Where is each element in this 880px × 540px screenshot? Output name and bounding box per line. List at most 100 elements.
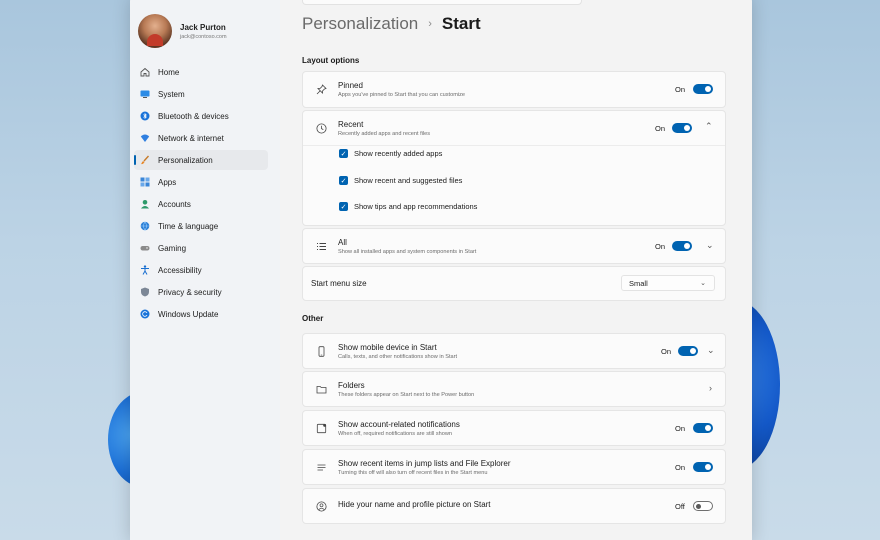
- sidebar-item-gaming[interactable]: Gaming: [134, 238, 268, 258]
- brush-icon: [140, 155, 150, 165]
- clock-icon: [315, 122, 327, 134]
- recent-desc: Recently added apps and recent files: [338, 130, 431, 137]
- checkbox-recently-added[interactable]: ✓ Show recently added apps: [339, 149, 442, 158]
- jump-lists-state: On: [675, 463, 686, 472]
- main-content: Personalization › Start Layout options P…: [280, 0, 752, 540]
- checkbox-label: Show recent and suggested files: [354, 176, 463, 185]
- section-title-other: Other: [302, 314, 324, 323]
- menu-size-dropdown[interactable]: Small ⌄: [621, 275, 715, 291]
- accessibility-icon: [140, 265, 150, 275]
- sidebar-item-accessibility[interactable]: Accessibility: [134, 260, 268, 280]
- folders-title: Folders: [338, 380, 365, 390]
- shield-icon: [140, 287, 150, 297]
- user-email: jack@contoso.com: [180, 33, 227, 40]
- sidebar-item-label: Gaming: [158, 243, 187, 253]
- chevron-down-icon: ⌄: [700, 280, 706, 287]
- jump-lists-title: Show recent items in jump lists and File…: [338, 458, 511, 468]
- hide-name-toggle[interactable]: [693, 501, 713, 511]
- account-notifications-title: Show account-related notifications: [338, 419, 460, 429]
- account-notifications-state: On: [675, 424, 686, 433]
- checkbox-recent-files[interactable]: ✓ Show recent and suggested files: [339, 176, 462, 185]
- sidebar-item-personalization[interactable]: Personalization: [134, 150, 268, 170]
- hide-name-state: Off: [675, 502, 685, 511]
- page-title: Start: [441, 14, 481, 33]
- account-notifications-card[interactable]: Show account-related notifications When …: [302, 410, 726, 446]
- sidebar-item-network[interactable]: Network & internet: [134, 128, 268, 148]
- sidebar-nav: Home System Bluetooth & devices Network …: [134, 62, 268, 326]
- jump-lists-card[interactable]: Show recent items in jump lists and File…: [302, 449, 726, 485]
- pinned-card[interactable]: Pinned Apps you've pinned to Start that …: [302, 71, 726, 108]
- folders-card[interactable]: Folders These folders appear on Start ne…: [302, 371, 726, 407]
- sidebar-item-label: Network & internet: [158, 133, 224, 143]
- notification-icon: [315, 422, 327, 434]
- recent-card: Recent Recently added apps and recent fi…: [302, 110, 726, 226]
- recent-header[interactable]: Recent Recently added apps and recent fi…: [303, 111, 725, 145]
- checkbox-label: Show tips and app recommendations: [354, 202, 478, 211]
- sidebar-item-label: Personalization: [158, 155, 213, 165]
- mobile-card[interactable]: Show mobile device in Start Calls, texts…: [302, 333, 726, 369]
- sidebar-item-apps[interactable]: Apps: [134, 172, 268, 192]
- recent-toggle[interactable]: [672, 123, 692, 133]
- search-input[interactable]: [302, 0, 582, 5]
- sidebar-item-accounts[interactable]: Accounts: [134, 194, 268, 214]
- sidebar-item-label: Accessibility: [158, 265, 202, 275]
- menu-size-card: Start menu size Small ⌄: [302, 266, 726, 301]
- checkbox-checked-icon: ✓: [339, 176, 348, 185]
- checkbox-tips[interactable]: ✓ Show tips and app recommendations: [339, 202, 477, 211]
- sidebar-item-label: Windows Update: [158, 309, 219, 319]
- chevron-down-icon[interactable]: ⌄: [706, 240, 714, 251]
- menu-size-value: Small: [629, 278, 648, 288]
- mobile-desc: Calls, texts, and other notifications sh…: [338, 353, 458, 360]
- system-icon: [140, 89, 150, 99]
- breadcrumb-parent[interactable]: Personalization: [302, 14, 418, 34]
- chevron-up-icon[interactable]: ⌃: [705, 121, 713, 132]
- sidebar-item-bluetooth[interactable]: Bluetooth & devices: [134, 106, 268, 126]
- accounts-icon: [140, 199, 150, 209]
- sidebar-item-windows-update[interactable]: Windows Update: [134, 304, 268, 324]
- home-icon: [140, 67, 150, 77]
- folders-desc: These folders appear on Start next to th…: [338, 391, 475, 398]
- settings-window: Jack Purton jack@contoso.com Home System…: [130, 0, 752, 540]
- sidebar-item-time-language[interactable]: Time & language: [134, 216, 268, 236]
- hide-name-title: Hide your name and profile picture on St…: [338, 500, 491, 509]
- chevron-down-icon[interactable]: ⌄: [707, 345, 715, 356]
- list-icon: [315, 461, 327, 473]
- menu-size-title: Start menu size: [311, 279, 367, 288]
- sidebar-item-label: Home: [158, 67, 180, 77]
- all-state: On: [655, 242, 666, 251]
- jump-lists-toggle[interactable]: [693, 462, 713, 472]
- pinned-desc: Apps you've pinned to Start that you can…: [338, 92, 466, 98]
- sidebar: Jack Purton jack@contoso.com Home System…: [130, 0, 280, 540]
- all-title: All: [338, 237, 347, 247]
- sidebar-item-home[interactable]: Home: [134, 62, 268, 82]
- divider: [303, 145, 725, 146]
- checkbox-checked-icon: ✓: [339, 149, 348, 158]
- all-desc: Show all installed apps and system compo…: [338, 248, 477, 255]
- all-toggle[interactable]: [672, 241, 692, 251]
- bluetooth-icon: [140, 111, 150, 121]
- mobile-toggle[interactable]: [678, 346, 698, 356]
- user-profile[interactable]: Jack Purton jack@contoso.com: [138, 14, 227, 48]
- update-icon: [140, 309, 150, 319]
- pinned-toggle[interactable]: [693, 84, 713, 94]
- mobile-state: On: [661, 347, 672, 356]
- sidebar-item-label: Accounts: [158, 199, 191, 209]
- jump-lists-desc: Turning this off will also turn off rece…: [338, 469, 488, 476]
- recent-state: On: [655, 124, 666, 133]
- pin-icon: [315, 84, 327, 96]
- sidebar-item-label: Bluetooth & devices: [158, 111, 229, 121]
- mobile-title: Show mobile device in Start: [338, 342, 437, 352]
- hide-name-card[interactable]: Hide your name and profile picture on St…: [302, 488, 726, 524]
- all-card[interactable]: All Show all installed apps and system c…: [302, 228, 726, 264]
- chevron-right-icon[interactable]: ›: [709, 383, 712, 393]
- folder-icon: [315, 383, 327, 395]
- sidebar-item-label: Time & language: [158, 221, 219, 231]
- user-icon: [315, 500, 327, 512]
- apps-icon: [140, 177, 150, 187]
- pinned-state: On: [675, 85, 686, 94]
- sidebar-item-system[interactable]: System: [134, 84, 268, 104]
- globe-icon: [140, 221, 150, 231]
- account-notifications-toggle[interactable]: [693, 423, 713, 433]
- sidebar-item-privacy[interactable]: Privacy & security: [134, 282, 268, 302]
- checkbox-checked-icon: ✓: [339, 202, 348, 211]
